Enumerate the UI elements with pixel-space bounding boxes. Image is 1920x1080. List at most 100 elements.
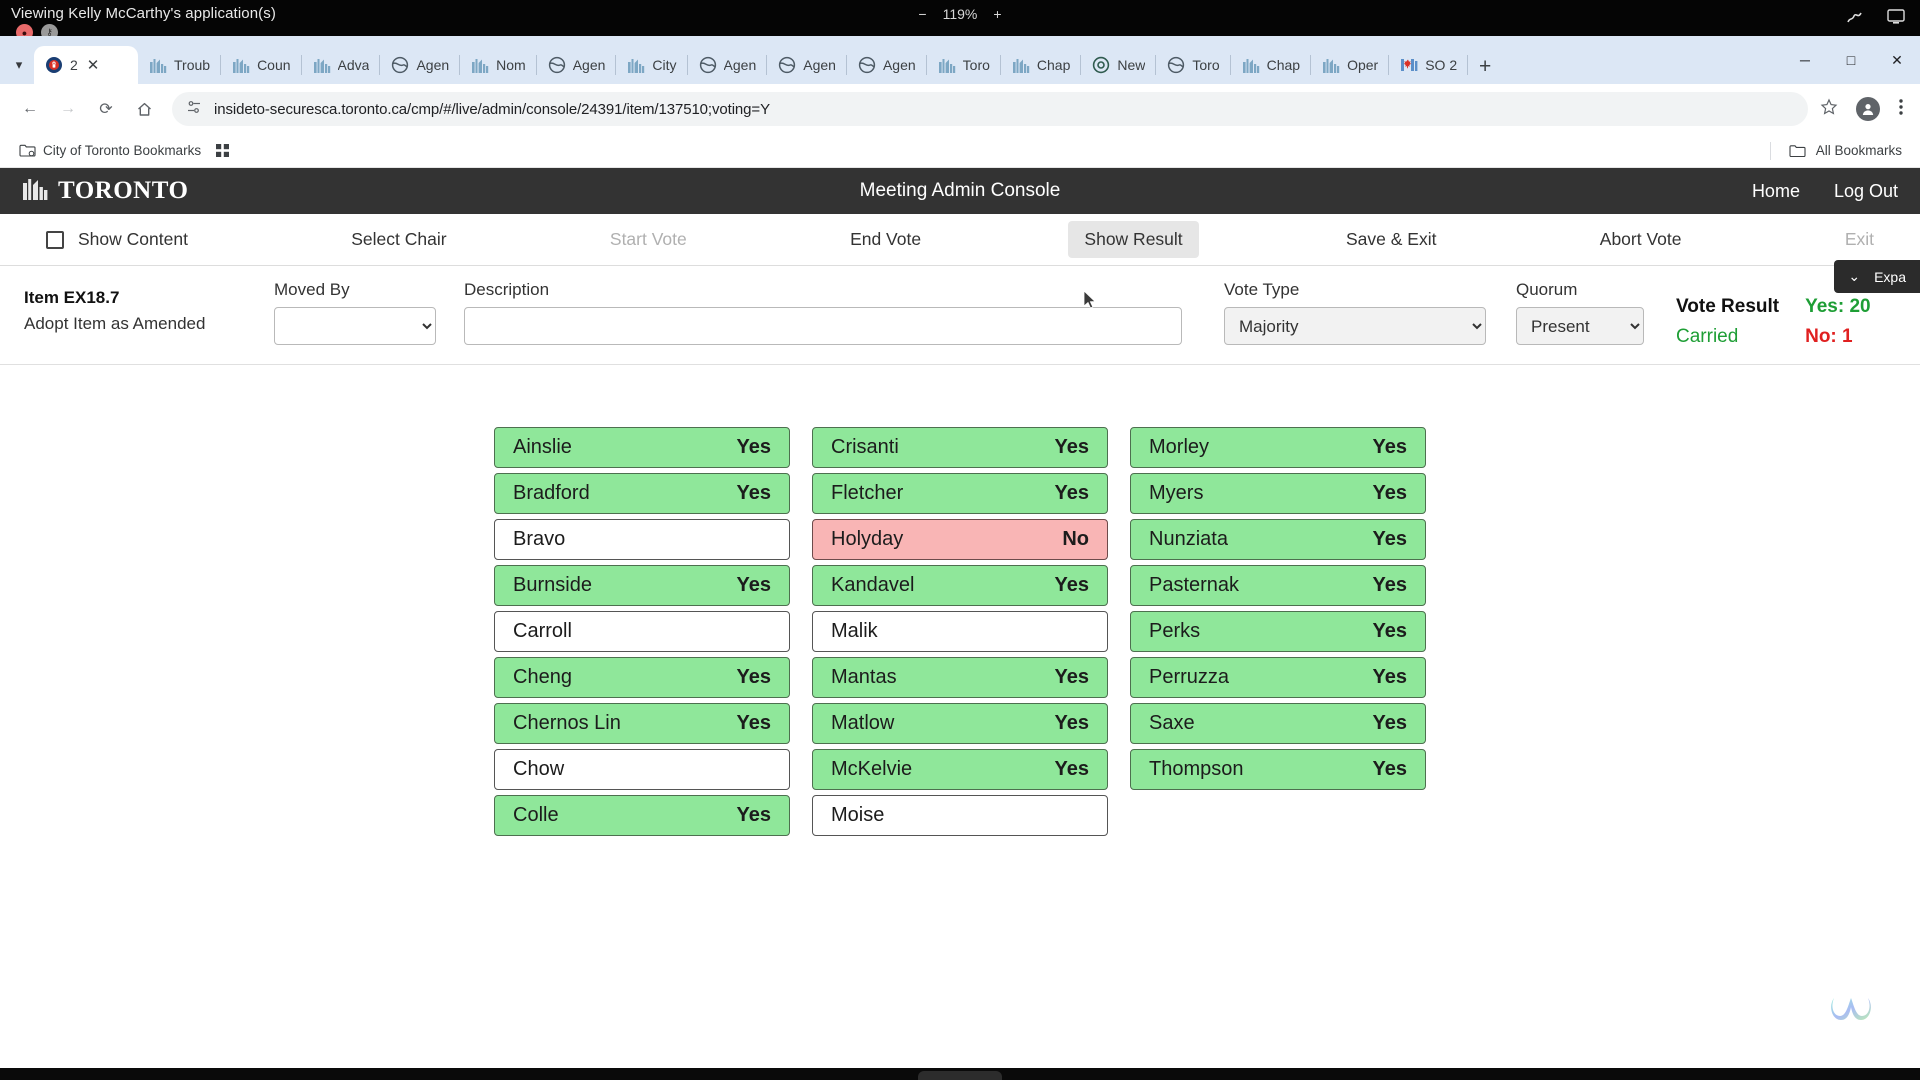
vote-no-count: No: 1 bbox=[1805, 326, 1853, 347]
vote-cell[interactable]: Crisanti Yes bbox=[812, 427, 1108, 468]
annotate-icon[interactable] bbox=[1846, 8, 1864, 31]
all-bookmarks-entry[interactable]: All Bookmarks bbox=[1769, 141, 1908, 160]
browser-tab[interactable]: New bbox=[1081, 46, 1157, 84]
taskbar-handle[interactable] bbox=[918, 1071, 1002, 1080]
tab-close-icon[interactable]: ✕ bbox=[87, 56, 100, 74]
vote-result-outcome: Carried bbox=[1676, 326, 1739, 347]
vote-type-select[interactable]: Majority bbox=[1224, 307, 1486, 345]
vote-cell[interactable]: Thompson Yes bbox=[1130, 749, 1426, 790]
vote-cell[interactable]: Matlow Yes bbox=[812, 703, 1108, 744]
home-icon[interactable] bbox=[126, 91, 162, 127]
back-icon[interactable]: ← bbox=[12, 91, 48, 127]
show-content-checkbox[interactable] bbox=[46, 230, 64, 249]
expand-panel-toggle[interactable]: ⌄ Expa bbox=[1834, 260, 1920, 293]
browser-tab[interactable]: Agen bbox=[688, 46, 768, 84]
logout-link[interactable]: Log Out bbox=[1834, 181, 1898, 202]
reload-icon[interactable]: ⟳ bbox=[88, 91, 124, 127]
vote-cell[interactable]: Ainslie Yes bbox=[494, 427, 790, 468]
browser-tab[interactable]: SO 2 bbox=[1389, 46, 1469, 84]
minimize-button[interactable]: ─ bbox=[1782, 36, 1828, 84]
exit-button[interactable]: Exit bbox=[1829, 221, 1890, 258]
vote-cell[interactable]: Chow bbox=[494, 749, 790, 790]
vote-cell[interactable]: McKelvie Yes bbox=[812, 749, 1108, 790]
vote-cell[interactable]: Pasternak Yes bbox=[1130, 565, 1426, 606]
vote-cell[interactable]: Bravo bbox=[494, 519, 790, 560]
profile-avatar-icon[interactable] bbox=[1856, 97, 1880, 121]
vote-cell[interactable]: Burnside Yes bbox=[494, 565, 790, 606]
show-content-toggle[interactable]: Show Content bbox=[30, 221, 204, 258]
close-window-button[interactable]: ✕ bbox=[1874, 36, 1920, 84]
site-settings-icon[interactable] bbox=[186, 99, 202, 119]
bookmark-folder-city-of-toronto[interactable]: City of Toronto Bookmarks bbox=[12, 140, 208, 161]
vote-cell[interactable]: Perks Yes bbox=[1130, 611, 1426, 652]
browser-toolbar: ← → ⟳ insideto-securesca.toronto.ca/cmp/… bbox=[0, 84, 1920, 134]
vote-cell[interactable]: Perruzza Yes bbox=[1130, 657, 1426, 698]
browser-tab[interactable]: Agen bbox=[767, 46, 847, 84]
vote-cell[interactable]: Saxe Yes bbox=[1130, 703, 1426, 744]
vote-cell[interactable]: Cheng Yes bbox=[494, 657, 790, 698]
new-tab-button[interactable]: + bbox=[1468, 50, 1502, 84]
omnibox-actions bbox=[1820, 97, 1908, 122]
browser-tab[interactable]: Nom bbox=[460, 46, 537, 84]
vote-cell[interactable]: Mantas Yes bbox=[812, 657, 1108, 698]
vote-cell[interactable]: Myers Yes bbox=[1130, 473, 1426, 514]
vote-cell[interactable]: Chernos Lin Yes bbox=[494, 703, 790, 744]
tab-label: Agen bbox=[572, 57, 606, 73]
zoom-out-button[interactable]: − bbox=[918, 6, 926, 22]
browser-tab[interactable]: Oper bbox=[1311, 46, 1390, 84]
browser-tab[interactable]: Coun bbox=[221, 46, 303, 84]
vote-cell[interactable]: Bradford Yes bbox=[494, 473, 790, 514]
moved-by-select[interactable] bbox=[274, 307, 436, 345]
vote-cell[interactable]: Nunziata Yes bbox=[1130, 519, 1426, 560]
member-name: Chow bbox=[513, 758, 565, 780]
screen-icon[interactable] bbox=[1886, 8, 1906, 31]
start-vote-button[interactable]: Start Vote bbox=[594, 221, 703, 258]
end-vote-button[interactable]: End Vote bbox=[834, 221, 937, 258]
browser-tab[interactable]: Chap bbox=[1231, 46, 1312, 84]
member-name: Kandavel bbox=[831, 574, 915, 596]
description-input[interactable] bbox=[464, 307, 1182, 345]
browser-tab[interactable]: Agen bbox=[537, 46, 617, 84]
maximize-button[interactable]: □ bbox=[1828, 36, 1874, 84]
zoom-in-button[interactable]: + bbox=[993, 6, 1001, 22]
tab-search-chevron-icon[interactable]: ▾ bbox=[4, 46, 34, 84]
save-and-exit-button[interactable]: Save & Exit bbox=[1330, 221, 1452, 258]
quorum-select[interactable]: Present bbox=[1516, 307, 1644, 345]
vote-cell[interactable]: Colle Yes bbox=[494, 795, 790, 836]
member-name: Pasternak bbox=[1149, 574, 1240, 596]
vote-cell[interactable]: Morley Yes bbox=[1130, 427, 1426, 468]
apps-grid-icon[interactable] bbox=[208, 140, 237, 161]
browser-tab[interactable]: Troub bbox=[138, 46, 222, 84]
tab-label: Oper bbox=[1347, 57, 1379, 73]
member-name: Crisanti bbox=[831, 436, 899, 458]
abort-vote-button[interactable]: Abort Vote bbox=[1584, 221, 1698, 258]
bookmark-star-icon[interactable] bbox=[1820, 98, 1838, 121]
browser-tab[interactable]: Adva bbox=[302, 46, 381, 84]
vote-cell[interactable]: Malik bbox=[812, 611, 1108, 652]
home-link[interactable]: Home bbox=[1752, 181, 1800, 202]
toronto-icon bbox=[627, 56, 645, 74]
browser-tab[interactable]: Toro bbox=[927, 46, 1002, 84]
toronto-brand[interactable]: TORONTO bbox=[22, 176, 188, 207]
member-name: Cheng bbox=[513, 666, 572, 688]
vote-cell[interactable]: Carroll bbox=[494, 611, 790, 652]
browser-tab[interactable]: City bbox=[616, 46, 688, 84]
vote-result-tallies: Yes: 20 No: 1 bbox=[1805, 296, 1871, 348]
browser-tab[interactable]: Agen bbox=[380, 46, 460, 84]
description-field: Description bbox=[464, 280, 1224, 345]
forward-icon[interactable]: → bbox=[50, 91, 86, 127]
select-chair-button[interactable]: Select Chair bbox=[335, 221, 462, 258]
browser-tab[interactable]: Chap bbox=[1001, 46, 1082, 84]
show-result-button[interactable]: Show Result bbox=[1068, 221, 1199, 258]
vote-cell[interactable]: Fletcher Yes bbox=[812, 473, 1108, 514]
vote-cell[interactable]: Moise bbox=[812, 795, 1108, 836]
vote-cell[interactable]: Kandavel Yes bbox=[812, 565, 1108, 606]
browser-tab[interactable]: 2 ✕ bbox=[34, 46, 138, 84]
expand-panel-label: Expa bbox=[1874, 268, 1906, 285]
tab-label: 2 bbox=[70, 57, 78, 73]
three-dot-menu-icon[interactable] bbox=[1898, 97, 1904, 122]
vote-cell[interactable]: Holyday No bbox=[812, 519, 1108, 560]
browser-tab[interactable]: Toro bbox=[1156, 46, 1231, 84]
address-bar[interactable]: insideto-securesca.toronto.ca/cmp/#/live… bbox=[172, 92, 1808, 126]
browser-tab[interactable]: Agen bbox=[847, 46, 927, 84]
